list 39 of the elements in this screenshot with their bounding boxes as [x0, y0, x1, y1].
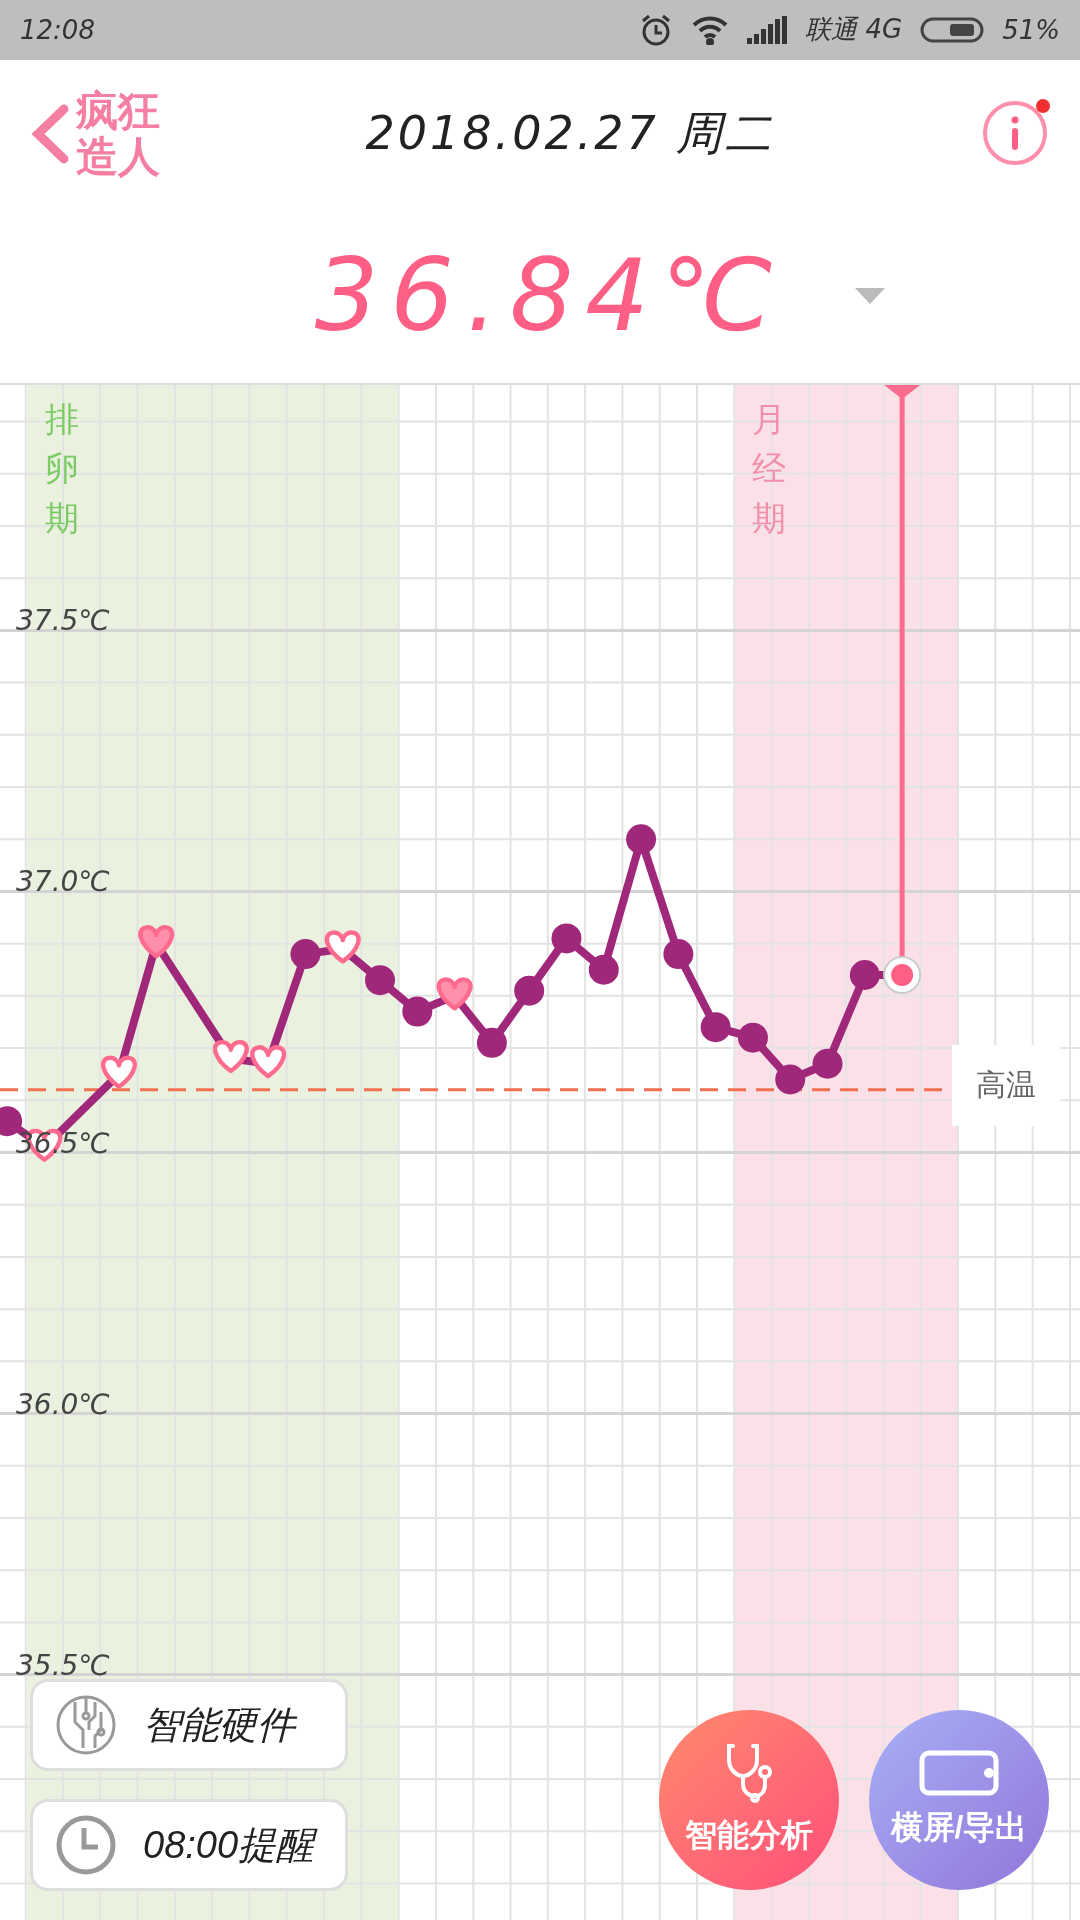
temperature-reading: 36.84℃ [314, 237, 786, 355]
battery-percent: 51% [1002, 14, 1060, 45]
battery-icon [920, 16, 985, 43]
period-label: 月经期 [752, 398, 787, 540]
back-button[interactable]: 疯狂 造人 [30, 88, 160, 181]
selected-point[interactable] [883, 956, 922, 994]
data-point[interactable] [700, 1012, 731, 1043]
axis-tick-label: 37.0℃ [16, 865, 110, 899]
status-time: 12:08 [20, 14, 95, 45]
axis-tick-label: 36.0℃ [16, 1387, 110, 1421]
signal-icon [747, 15, 788, 44]
period-label: 排卵期 [45, 398, 80, 540]
data-point[interactable] [476, 1027, 507, 1058]
data-point[interactable] [812, 1048, 843, 1079]
date-title: 2018.02.27 周二 [365, 105, 775, 163]
data-point[interactable] [514, 975, 545, 1006]
carrier-label: 联通 4G [805, 13, 903, 47]
threshold-label: 高温 [952, 1044, 1060, 1126]
phone-icon [919, 1750, 999, 1796]
action-button[interactable]: 智能硬件 [30, 1679, 348, 1771]
action-button[interactable]: 08:00提醒 [30, 1799, 348, 1891]
data-point[interactable] [737, 1022, 768, 1053]
circuit-icon [55, 1694, 117, 1756]
data-point[interactable] [775, 1064, 806, 1095]
back-chevron-icon [30, 103, 70, 166]
axis-tick-label: 37.5℃ [16, 604, 110, 638]
axis-tick-label: 35.5℃ [16, 1648, 110, 1682]
data-point[interactable] [663, 939, 694, 970]
data-point[interactable] [588, 954, 619, 985]
info-icon [982, 99, 1048, 166]
data-point[interactable] [402, 996, 433, 1027]
data-point[interactable] [551, 923, 582, 954]
data-point[interactable] [365, 965, 395, 996]
data-point[interactable] [626, 824, 657, 855]
data-point[interactable] [849, 960, 880, 990]
data-point[interactable] [290, 939, 321, 970]
app-logo: 疯狂 造人 [76, 88, 160, 181]
wifi-icon [691, 14, 730, 45]
clock-icon [55, 1814, 117, 1876]
